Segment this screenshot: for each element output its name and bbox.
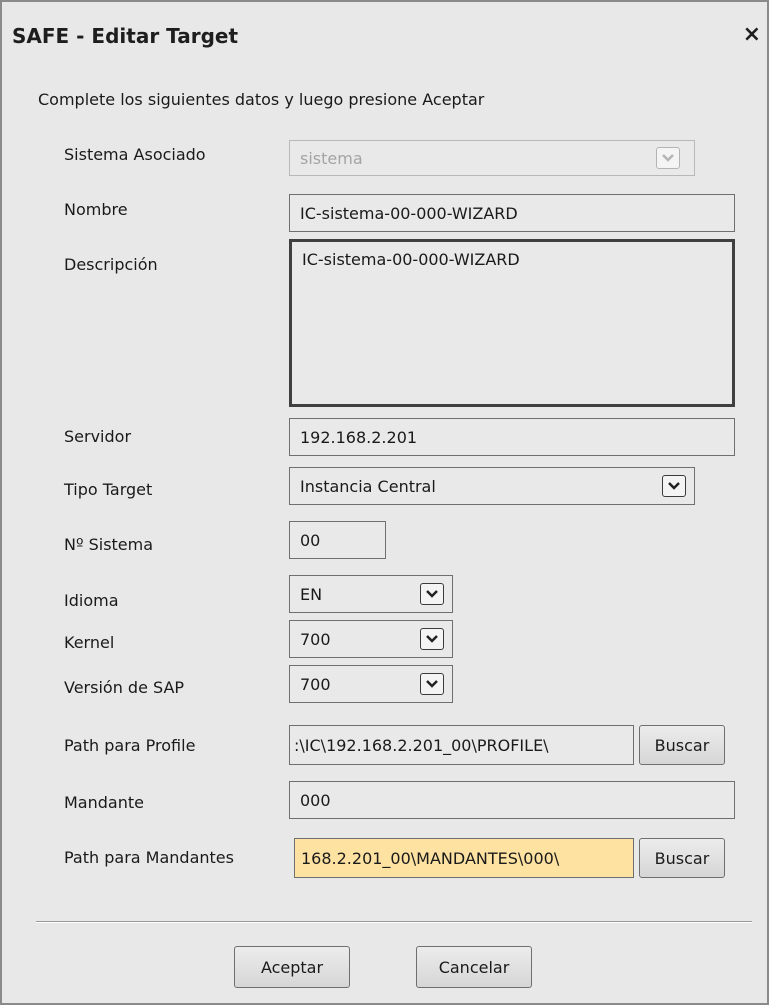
version-sap-label: Versión de SAP (64, 678, 185, 697)
idioma-value: EN (300, 584, 323, 604)
tipo-target-label: Tipo Target (64, 480, 153, 499)
sistema-asociado-value: sistema (300, 148, 363, 168)
title-bar: SAFE - Editar Target × (2, 16, 767, 56)
descripcion-label: Descripción (64, 255, 158, 274)
kernel-label: Kernel (64, 633, 115, 652)
buscar-mandantes-button[interactable]: Buscar (639, 838, 725, 878)
chevron-down-icon (656, 147, 680, 169)
chevron-down-icon[interactable] (420, 673, 444, 695)
idioma-label: Idioma (64, 591, 119, 610)
servidor-input[interactable]: 192.168.2.201 (289, 418, 735, 456)
n-sistema-input[interactable]: 00 (289, 521, 386, 559)
nombre-input[interactable]: IC-sistema-00-000-WIZARD (289, 194, 735, 232)
path-mandantes-label: Path para Mandantes (64, 848, 234, 867)
aceptar-button[interactable]: Aceptar (234, 946, 350, 988)
chevron-down-icon[interactable] (420, 628, 444, 650)
sistema-asociado-select: sistema (289, 140, 695, 176)
sistema-asociado-label: Sistema Asociado (64, 145, 206, 164)
tipo-target-select[interactable]: Instancia Central (289, 467, 695, 505)
cancelar-button[interactable]: Cancelar (416, 946, 532, 988)
instructions-text: Complete los siguientes datos y luego pr… (38, 90, 485, 109)
close-icon[interactable]: × (743, 22, 761, 47)
mandante-label: Mandante (64, 793, 144, 812)
version-sap-select[interactable]: 700 (289, 665, 453, 703)
chevron-down-icon[interactable] (662, 475, 686, 497)
idioma-select[interactable]: EN (289, 575, 453, 613)
mandante-input[interactable]: 000 (289, 781, 735, 819)
kernel-value: 700 (300, 629, 331, 649)
path-profile-input[interactable]: :\IC\192.168.2.201_00\PROFILE\ (289, 725, 634, 765)
n-sistema-label: Nº Sistema (64, 535, 154, 554)
path-mandantes-input[interactable]: 168.2.201_00\MANDANTES\000\ (294, 838, 634, 878)
tipo-target-value: Instancia Central (300, 476, 436, 496)
descripcion-textarea[interactable]: IC-sistema-00-000-WIZARD (289, 239, 735, 407)
dialog-title: SAFE - Editar Target (12, 24, 239, 48)
path-profile-label: Path para Profile (64, 736, 196, 755)
nombre-label: Nombre (64, 200, 128, 219)
buscar-profile-button[interactable]: Buscar (639, 725, 725, 765)
servidor-label: Servidor (64, 427, 132, 446)
version-sap-value: 700 (300, 674, 331, 694)
edit-target-dialog: SAFE - Editar Target × Complete los sigu… (0, 0, 769, 1005)
footer-separator (36, 921, 752, 923)
kernel-select[interactable]: 700 (289, 620, 453, 658)
chevron-down-icon[interactable] (420, 583, 444, 605)
